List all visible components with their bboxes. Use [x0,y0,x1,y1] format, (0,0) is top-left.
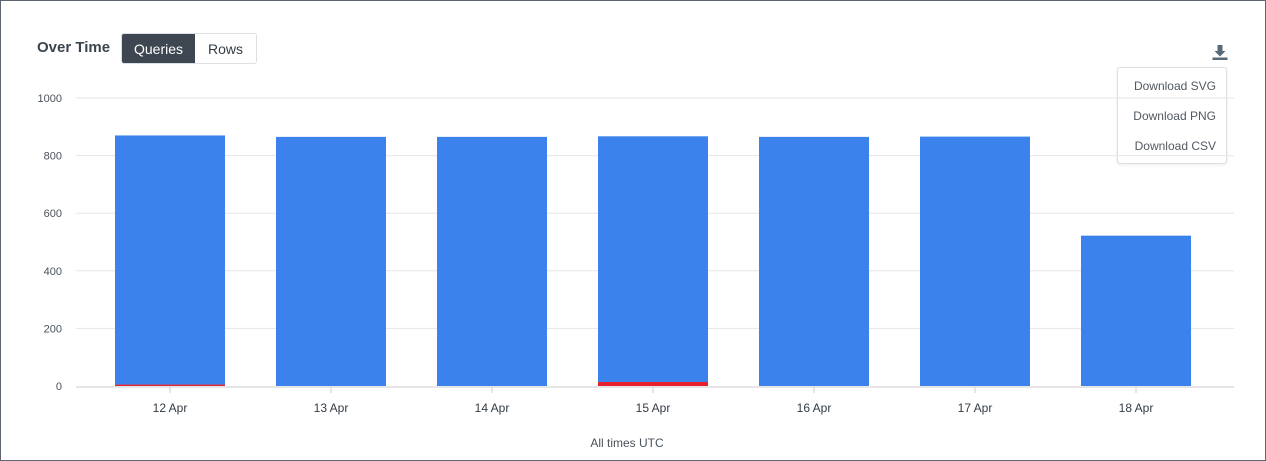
x-tick-label: 12 Apr [153,401,188,415]
bar-chart: 0 200 400 600 800 1000 12 Apr 13 Apr 14 Apr 15 Ap… [38,93,1234,415]
x-tick-label: 18 Apr [1119,401,1154,415]
y-tick-label: 0 [56,381,62,393]
y-tick-label: 1000 [38,93,62,105]
y-tick-label: 600 [44,208,62,220]
chart-panel: Over Time Queries Rows Download SVG Down… [0,0,1266,461]
y-tick-label: 200 [44,323,62,335]
bar-segment-blue[interactable] [759,136,869,386]
timezone-caption: All times UTC [590,436,664,450]
x-tick-label: 16 Apr [797,401,832,415]
bar-segment-blue[interactable] [1081,235,1191,386]
y-tick-label: 800 [44,151,62,163]
x-tick-label: 15 Apr [636,401,671,415]
bar-segment-red[interactable] [115,384,225,386]
bar-segment-blue[interactable] [276,136,386,386]
x-tick-label: 14 Apr [475,401,510,415]
x-tick-label: 17 Apr [958,401,993,415]
bar-segment-red[interactable] [598,381,708,386]
bar-segment-blue[interactable] [115,135,225,385]
x-tick-label: 13 Apr [314,401,349,415]
bar-segment-blue[interactable] [437,136,547,386]
y-tick-label: 400 [44,266,62,278]
bar-segment-blue[interactable] [598,136,708,382]
bar-segment-blue[interactable] [920,136,1030,386]
